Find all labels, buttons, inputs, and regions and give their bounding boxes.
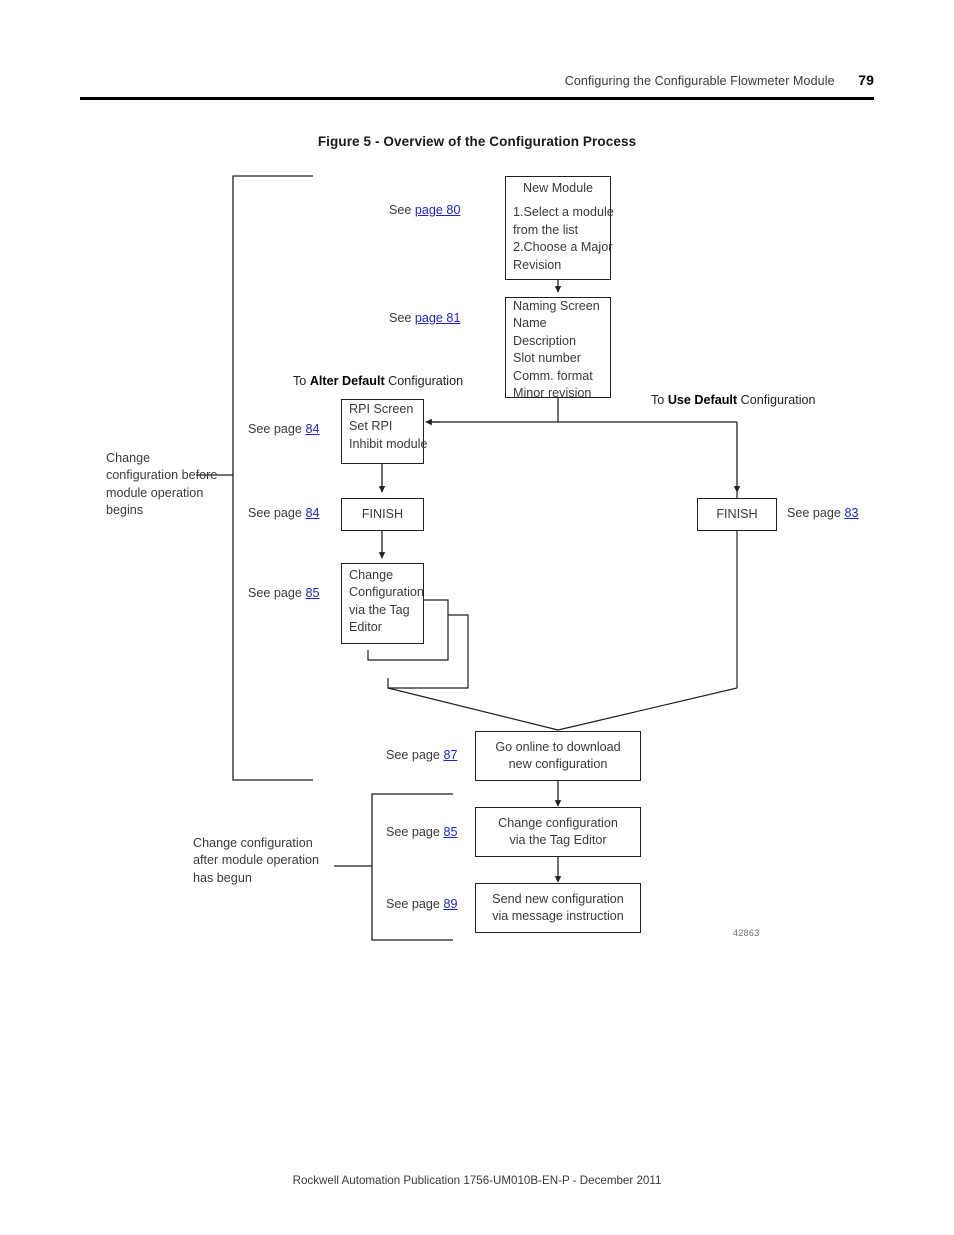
- naming-screen-line-4: Slot number: [513, 351, 581, 366]
- see-page-85-tag-editor[interactable]: See page 85: [248, 585, 319, 601]
- naming-screen-line-2: Name: [513, 316, 547, 331]
- alter-prefix: To: [293, 374, 310, 388]
- page-link-84a[interactable]: 84: [305, 422, 319, 436]
- see-prefix-80: See: [389, 203, 415, 217]
- flow-box-naming-screen[interactable]: Naming Screen Name Description Slot numb…: [505, 297, 611, 400]
- see-page-84-finish[interactable]: See page 84: [248, 505, 319, 521]
- see-prefix-81: See: [389, 311, 415, 325]
- change-config-tag2-line-1: Change configuration: [498, 815, 618, 830]
- page-link-83[interactable]: 83: [844, 506, 858, 520]
- change-config-tag-line-1: Change: [349, 568, 394, 582]
- see-page-prefix-84a: See page: [248, 422, 306, 436]
- alter-bold: Alter Default: [309, 374, 385, 388]
- flow-box-finish-default[interactable]: FINISH: [697, 498, 777, 531]
- flow-box-rpi-screen[interactable]: RPI Screen Set RPI Inhibit module: [341, 399, 428, 464]
- see-page-85-lower[interactable]: See page 85: [386, 824, 457, 840]
- naming-screen-line-6: Minor revision: [513, 386, 592, 401]
- page-link-80[interactable]: page 80: [415, 203, 461, 217]
- rpi-screen-line-1: RPI Screen: [349, 402, 414, 416]
- change-config-tag-line-2: Configuration: [349, 585, 424, 600]
- see-page-prefix-89: See page: [386, 897, 444, 911]
- send-config-line-1: Send new configuration: [492, 891, 624, 906]
- flowchart-diagram: [0, 0, 954, 1235]
- see-page-87[interactable]: See page 87: [386, 747, 457, 763]
- naming-screen-line-5: Comm. format: [513, 368, 593, 383]
- finish-alter-label: FINISH: [361, 506, 404, 521]
- page-link-84b[interactable]: 84: [305, 506, 319, 520]
- flow-box-new-module[interactable]: New Module 1.Select a module from the li…: [505, 176, 614, 280]
- branch-label-use-default: To Use Default Configuration: [651, 393, 816, 407]
- new-module-line-4: Revision: [513, 257, 562, 272]
- see-page-prefix-83: See page: [787, 506, 845, 520]
- use-bold: Use Default: [667, 393, 738, 407]
- branch-label-alter-default: To Alter Default Configuration: [293, 374, 463, 388]
- flow-box-send-config-message[interactable]: Send new configuration via message instr…: [475, 883, 641, 933]
- use-suffix: Configuration: [737, 393, 816, 407]
- change-config-tag-line-4: Editor: [349, 620, 382, 635]
- go-online-line-2: new configuration: [508, 757, 608, 771]
- naming-screen-line-3: Description: [513, 333, 576, 348]
- flow-box-change-config-tag-editor-2[interactable]: Change configuration via the Tag Editor: [475, 807, 641, 857]
- see-page-80[interactable]: See page 80: [389, 202, 460, 218]
- see-page-83[interactable]: See page 83: [787, 505, 858, 521]
- page-link-89[interactable]: 89: [443, 897, 457, 911]
- finish-default-label: FINISH: [716, 506, 758, 521]
- flow-box-finish-alter[interactable]: FINISH: [341, 498, 424, 531]
- side-note-before-operation: Change configuration before module opera…: [106, 451, 218, 518]
- see-page-prefix-85a: See page: [248, 586, 306, 600]
- side-note-after-operation: Change configuration after module operat…: [193, 836, 320, 885]
- rpi-screen-line-3: Inhibit module: [349, 436, 428, 451]
- page-link-85a[interactable]: 85: [305, 586, 319, 600]
- naming-screen-line-1: Naming Screen: [513, 299, 600, 313]
- new-module-line-3: 2.Choose a Major: [513, 240, 613, 255]
- flow-box-change-config-tag-editor[interactable]: Change Configuration via the Tag Editor: [341, 563, 424, 644]
- use-prefix: To: [651, 393, 668, 407]
- see-page-81[interactable]: See page 81: [389, 310, 460, 326]
- see-page-prefix-84b: See page: [248, 506, 306, 520]
- new-module-title: New Module: [523, 181, 593, 195]
- see-page-89[interactable]: See page 89: [386, 896, 457, 912]
- page-link-81[interactable]: page 81: [415, 311, 461, 325]
- rpi-screen-line-2: Set RPI: [349, 419, 393, 434]
- change-config-tag-line-3: via the Tag: [349, 602, 410, 617]
- change-config-tag2-line-2: via the Tag Editor: [509, 833, 607, 847]
- send-config-line-2: via message instruction: [492, 909, 624, 923]
- alter-suffix: Configuration: [384, 374, 464, 388]
- go-online-line-1: Go online to download: [495, 739, 621, 754]
- page-link-85b[interactable]: 85: [443, 825, 457, 839]
- new-module-line-1: 1.Select a module: [513, 205, 614, 220]
- see-page-prefix-87: See page: [386, 748, 444, 762]
- figure-id: 42863: [733, 928, 760, 938]
- page-footer: Rockwell Automation Publication 1756-UM0…: [292, 1174, 662, 1187]
- page-link-87[interactable]: 87: [443, 748, 457, 762]
- new-module-line-2: from the list: [513, 222, 579, 237]
- see-page-84-rpi[interactable]: See page 84: [248, 421, 319, 437]
- see-page-prefix-85b: See page: [386, 825, 444, 839]
- flow-box-go-online[interactable]: Go online to download new configuration: [475, 731, 641, 781]
